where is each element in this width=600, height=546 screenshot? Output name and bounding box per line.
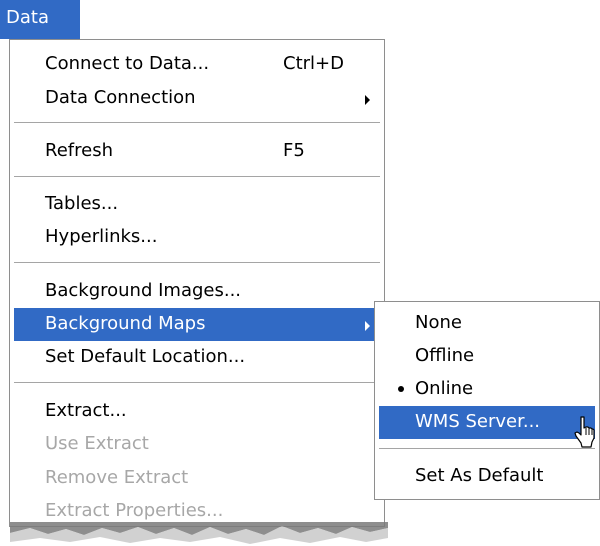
menu-item-shortcut: F5 [283,140,305,161]
submenu-item-none[interactable]: None [379,307,595,340]
submenu-item-label: Set As Default [415,465,544,486]
submenu-item-label: WMS Server... [415,411,541,432]
submenu-arrow-icon [365,321,370,331]
menu-item-hyperlinks[interactable]: Hyperlinks... [14,221,380,254]
menu-item-label: Tables... [45,193,119,214]
data-menu-dropdown: Connect to Data... Ctrl+D Data Connectio… [9,39,385,527]
menu-item-label: Hyperlinks... [45,226,158,247]
menu-item-label: Data Connection [45,87,196,108]
submenu-item-wms-server[interactable]: WMS Server... [379,406,595,439]
submenu-item-label: None [415,312,462,333]
background-maps-submenu: None Offline Online WMS Server... Set As… [374,301,600,500]
menu-item-label: Background Images... [45,280,242,301]
menu-separator [14,176,380,178]
menu-item-label: Connect to Data... [45,53,210,74]
submenu-item-label: Offline [415,345,475,366]
menu-item-tables[interactable]: Tables... [14,188,380,221]
menu-item-label: Refresh [45,140,113,161]
torn-edge [10,522,388,544]
menu-item-background-images[interactable]: Background Images... [14,275,380,308]
menu-item-set-default-location[interactable]: Set Default Location... [14,341,380,374]
menu-item-background-maps[interactable]: Background Maps [14,308,380,341]
radio-bullet-icon [398,386,404,392]
menu-item-extract[interactable]: Extract... [14,395,380,428]
submenu-item-set-as-default[interactable]: Set As Default [379,460,595,493]
submenu-item-label: Online [415,378,474,399]
menu-item-data-connection[interactable]: Data Connection [14,82,380,115]
menu-separator [14,382,380,384]
menu-separator [379,448,595,450]
menu-item-shortcut: Ctrl+D [283,53,344,74]
menu-item-remove-extract: Remove Extract [14,462,380,495]
mouse-pointer-icon [574,416,595,448]
menu-item-label: Use Extract [45,433,149,454]
submenu-arrow-icon [365,95,370,105]
menu-item-label: Remove Extract [45,467,189,488]
submenu-item-online[interactable]: Online [379,373,595,406]
menu-item-refresh[interactable]: Refresh F5 [14,135,380,168]
menu-data-label: Data [6,7,49,28]
menu-item-connect-to-data[interactable]: Connect to Data... Ctrl+D [14,48,380,81]
menu-separator [14,122,380,124]
menu-separator [14,262,380,264]
submenu-item-offline[interactable]: Offline [379,340,595,373]
menu-item-use-extract: Use Extract [14,428,380,461]
menu-item-label: Extract Properties... [45,500,224,521]
menu-data[interactable]: Data [0,0,80,39]
menu-item-label: Set Default Location... [45,346,246,367]
menu-item-label: Extract... [45,400,127,421]
menu-item-label: Background Maps [45,313,206,334]
